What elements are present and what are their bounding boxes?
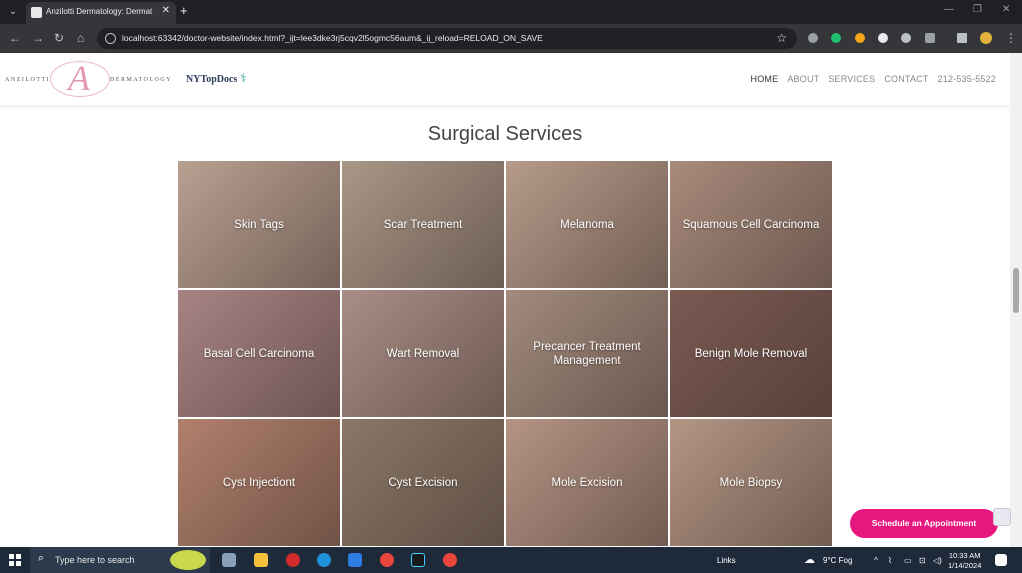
nav-home[interactable]: HOME: [751, 74, 779, 84]
extension-icon[interactable]: [831, 33, 841, 43]
close-window-icon[interactable]: ✕: [1002, 4, 1010, 15]
service-tile[interactable]: Cyst Excision: [342, 419, 504, 546]
extension-icon[interactable]: [901, 33, 911, 43]
service-label: Scar Treatment: [383, 218, 463, 231]
extensions-puzzle-icon[interactable]: [925, 33, 935, 43]
partner-logo[interactable]: NYTopDocs: [186, 74, 237, 85]
extension-icon[interactable]: [808, 33, 818, 43]
service-tile[interactable]: Mole Biopsy: [670, 419, 832, 546]
mail-icon[interactable]: [348, 553, 362, 567]
service-label: Wart Removal: [386, 347, 460, 360]
browser-toolbar: ← → ↻ ⌂ localhost:63342/doctor-website/i…: [0, 24, 1022, 53]
webstorm-icon[interactable]: [411, 553, 425, 567]
app-icon[interactable]: [286, 553, 300, 567]
service-tile[interactable]: Benign Mole Removal: [670, 290, 832, 417]
schedule-appointment-button[interactable]: Schedule an Appointment: [850, 509, 998, 538]
clock-date: 1/14/2024: [948, 561, 982, 570]
nav-about[interactable]: ABOUT: [787, 74, 819, 84]
nav-contact[interactable]: CONTACT: [884, 74, 928, 84]
search-icon: ⌕: [38, 552, 45, 564]
logo-right-text: DERMATOLOGY: [110, 77, 173, 83]
os-taskbar: ⌕ Type here to search Links ☁ 9°C Fog ^ …: [0, 547, 1022, 573]
service-label: Cyst Excision: [388, 476, 458, 489]
url-text[interactable]: localhost:63342/doctor-website/index.htm…: [122, 33, 543, 43]
clock-time: 10:33 AM: [948, 551, 981, 560]
service-label: Cyst Injectiont: [222, 476, 296, 489]
back-icon[interactable]: ←: [9, 31, 21, 45]
clock[interactable]: 10:33 AM 1/14/2024: [948, 551, 981, 571]
taskbar-search[interactable]: ⌕ Type here to search: [30, 547, 210, 573]
service-tile[interactable]: Wart Removal: [342, 290, 504, 417]
section-title: Surgical Services: [427, 123, 583, 145]
minimize-icon[interactable]: —: [944, 4, 954, 15]
home-icon[interactable]: ⌂: [77, 31, 84, 45]
chrome-icon[interactable]: [380, 553, 394, 567]
scrollbar-thumb[interactable]: [1013, 268, 1019, 313]
service-tile[interactable]: Mole Excision: [506, 419, 668, 546]
service-label: Benign Mole Removal: [694, 347, 808, 360]
service-tile[interactable]: Basal Cell Carcinoma: [178, 290, 340, 417]
service-label: Mole Excision: [551, 476, 623, 489]
logo-monogram[interactable]: A: [68, 57, 90, 99]
chat-icon[interactable]: [993, 508, 1011, 526]
side-panel-icon[interactable]: [957, 33, 967, 43]
network-icon[interactable]: ⌇: [888, 556, 892, 565]
windows-start-icon[interactable]: [9, 554, 21, 566]
forward-icon[interactable]: →: [32, 31, 44, 45]
tab-search-icon[interactable]: ⌄: [5, 4, 21, 20]
bookmark-star-icon[interactable]: ☆: [776, 31, 787, 45]
tray-chevron-icon[interactable]: ^: [874, 556, 878, 565]
nav-services[interactable]: SERVICES: [828, 74, 875, 84]
links-toolbar[interactable]: Links: [717, 556, 736, 565]
main-nav: HOME ABOUT SERVICES CONTACT 212-535-5522: [742, 74, 996, 84]
battery-icon[interactable]: ▭: [904, 556, 912, 565]
site-info-icon[interactable]: [105, 33, 116, 44]
service-tile[interactable]: Cyst Injectiont: [178, 419, 340, 546]
edge-icon[interactable]: [317, 553, 331, 567]
nav-phone[interactable]: 212-535-5522: [938, 74, 996, 84]
service-tile[interactable]: Precancer Treatment Management: [506, 290, 668, 417]
browser-tab[interactable]: Anzilotti Dermatology: Dermat ✕: [26, 2, 176, 24]
task-view-icon[interactable]: [222, 553, 236, 567]
extension-icon[interactable]: [878, 33, 888, 43]
service-label: Precancer Treatment Management: [533, 340, 641, 367]
new-tab-icon[interactable]: +: [180, 3, 188, 18]
weather-text[interactable]: 9°C Fog: [823, 556, 852, 565]
profile-avatar[interactable]: [980, 32, 992, 44]
weather-icon: ☁: [804, 554, 815, 566]
tab-close-icon[interactable]: ✕: [162, 5, 170, 16]
service-label: Mole Biopsy: [719, 476, 783, 489]
service-tile[interactable]: Melanoma: [506, 161, 668, 288]
caduceus-icon: ⚕: [240, 71, 247, 85]
tab-title: Anzilotti Dermatology: Dermat: [46, 7, 153, 16]
service-tile[interactable]: Skin Tags: [178, 161, 340, 288]
services-grid: Skin Tags Scar Treatment Melanoma Squamo…: [178, 161, 832, 547]
sync-icon[interactable]: ⊡: [919, 556, 926, 565]
service-label: Basal Cell Carcinoma: [203, 347, 315, 360]
service-label: Squamous Cell Carcinoma: [682, 218, 820, 231]
logo-left-text: ANZILOTTI: [5, 77, 51, 83]
service-tile[interactable]: Scar Treatment: [342, 161, 504, 288]
favicon-icon: [31, 7, 42, 18]
service-label: Skin Tags: [234, 218, 284, 231]
reload-icon[interactable]: ↻: [54, 31, 64, 45]
service-tile[interactable]: Squamous Cell Carcinoma: [670, 161, 832, 288]
browser-menu-icon[interactable]: ⋮: [1005, 31, 1017, 45]
service-label: Melanoma: [560, 218, 614, 231]
restore-icon[interactable]: ❐: [973, 4, 982, 15]
browser-tab-bar: ⌄ Anzilotti Dermatology: Dermat ✕ + — ❐ …: [0, 0, 1022, 24]
address-bar[interactable]: localhost:63342/doctor-website/index.htm…: [97, 28, 797, 49]
volume-icon[interactable]: ◁): [933, 556, 942, 565]
notifications-icon[interactable]: [995, 554, 1007, 566]
chrome-icon[interactable]: [443, 553, 457, 567]
file-explorer-icon[interactable]: [254, 553, 268, 567]
search-placeholder: Type here to search: [55, 555, 135, 565]
search-highlight-icon: [170, 550, 206, 570]
extension-icon[interactable]: [855, 33, 865, 43]
site-header: ANZILOTTI A DERMATOLOGY NYTopDocs ⚕ HOME…: [0, 53, 1010, 105]
